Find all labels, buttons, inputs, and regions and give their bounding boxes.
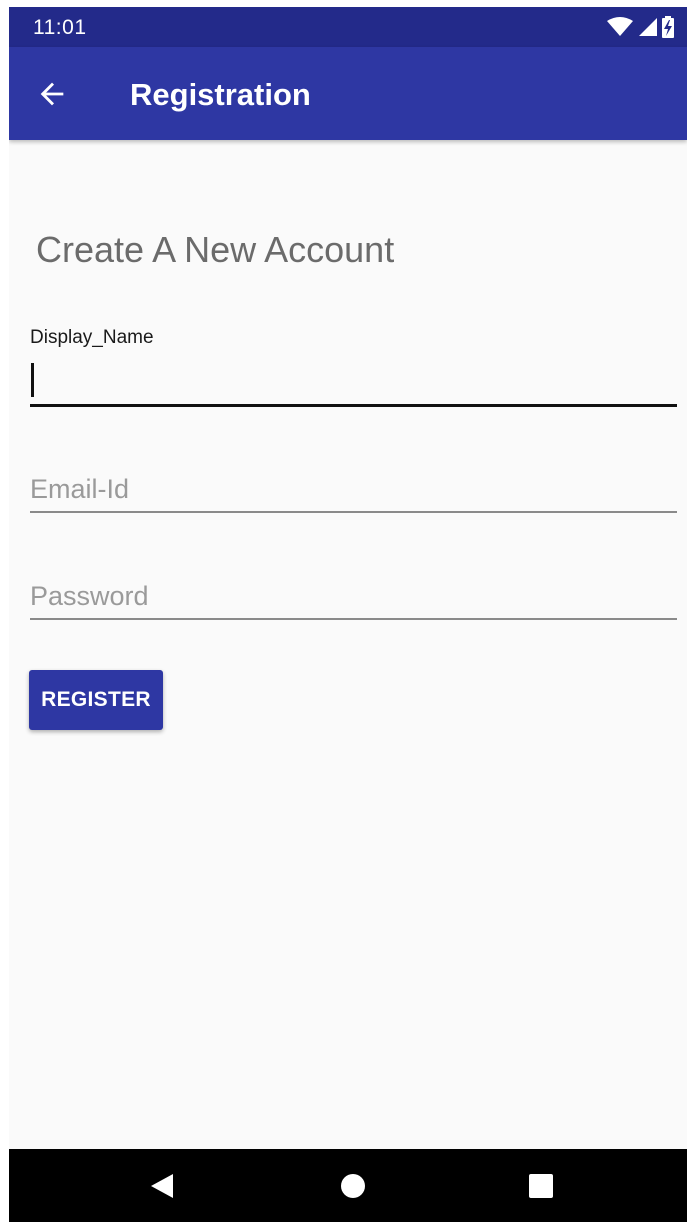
nav-home-button[interactable] <box>340 1173 366 1199</box>
signal-icon <box>639 18 657 36</box>
display-name-underline <box>30 404 677 407</box>
status-bar: 11:01 <box>9 7 687 47</box>
app-bar: Registration <box>9 47 687 140</box>
app-title: Registration <box>130 77 311 112</box>
recents-square-icon <box>529 1174 553 1198</box>
status-time: 11:01 <box>33 16 87 39</box>
display-name-input[interactable] <box>30 361 677 401</box>
email-field[interactable] <box>30 469 677 515</box>
display-name-field[interactable]: Display_Name <box>30 327 677 409</box>
home-circle-icon <box>341 1174 365 1198</box>
wifi-icon <box>607 17 633 36</box>
nav-back-button[interactable] <box>149 1173 175 1199</box>
password-underline <box>30 618 677 620</box>
password-input[interactable] <box>30 576 677 616</box>
arrow-left-icon <box>40 82 64 106</box>
app-screen: 11:01 Registration Create A New Account … <box>9 7 687 1222</box>
password-field[interactable] <box>30 576 677 622</box>
page-heading: Create A New Account <box>36 229 395 270</box>
nav-recents-button[interactable] <box>528 1173 554 1199</box>
battery-charging-icon <box>662 16 674 38</box>
back-triangle-icon <box>151 1174 173 1198</box>
email-underline <box>30 511 677 513</box>
register-button[interactable]: REGISTER <box>29 670 163 730</box>
back-button[interactable] <box>35 77 69 111</box>
status-icons <box>607 16 675 38</box>
navigation-bar <box>9 1149 687 1222</box>
display-name-label: Display_Name <box>30 327 154 348</box>
email-input[interactable] <box>30 469 677 509</box>
